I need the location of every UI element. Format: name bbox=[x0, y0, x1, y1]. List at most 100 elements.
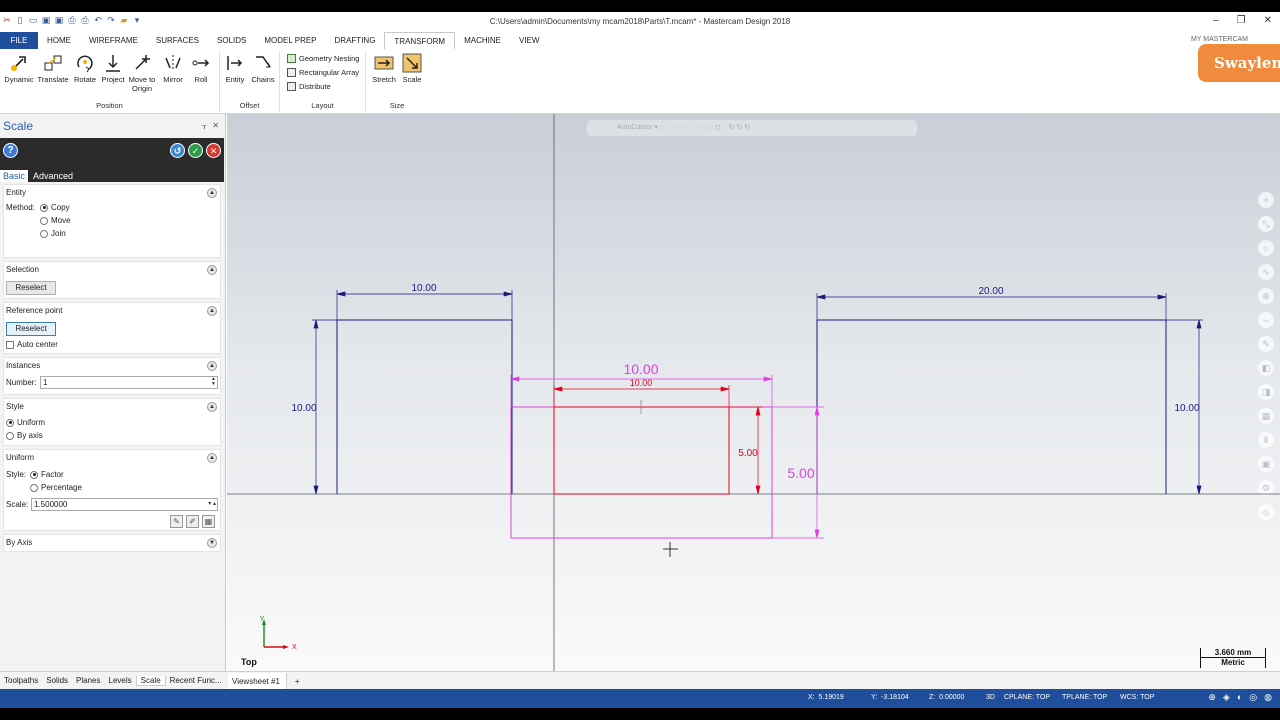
position-group: Dynamic Translate Rotate Project Move to… bbox=[0, 51, 220, 112]
collapse-icon[interactable]: ▲ bbox=[207, 453, 217, 463]
wcs-status[interactable]: WCS: TOP bbox=[1120, 694, 1154, 701]
size-group-title: Size bbox=[389, 101, 405, 110]
pin-icon[interactable]: ᚁ bbox=[202, 121, 206, 130]
crosshair-cursor bbox=[663, 542, 678, 557]
uniform-section: Uniform ▲ Style: Factor Percentage Scale… bbox=[3, 449, 221, 531]
reference-point-header: Reference point bbox=[6, 306, 63, 315]
factor-radio[interactable]: Factor bbox=[30, 470, 64, 479]
distribute-button[interactable]: Distribute bbox=[287, 82, 331, 91]
my-mastercam-link[interactable]: MY MASTERCAM bbox=[1191, 36, 1248, 43]
window-title: C:\Users\admin\Documents\my mcam2018\Par… bbox=[489, 17, 791, 26]
distribute-icon bbox=[287, 82, 296, 91]
tab-model-prep[interactable]: MODEL PREP bbox=[255, 32, 325, 49]
method-move-radio[interactable]: Move bbox=[40, 216, 71, 225]
move-to-origin-icon bbox=[135, 55, 150, 70]
percentage-radio[interactable]: Percentage bbox=[30, 483, 82, 492]
move-to-origin-button[interactable]: Move to Origin bbox=[126, 53, 158, 93]
tab-view[interactable]: VIEW bbox=[510, 32, 548, 49]
tab-machine[interactable]: MACHINE bbox=[455, 32, 510, 49]
number-label: Number: bbox=[6, 378, 37, 387]
globe-icon[interactable]: ⊕ bbox=[1208, 692, 1216, 703]
offset-group-title: Offset bbox=[239, 101, 260, 110]
method-copy-radio[interactable]: Copy bbox=[40, 203, 70, 212]
scale-value-field[interactable]: 1.500000 ▾ ▴ bbox=[31, 498, 218, 511]
manager-tabs: Toolpaths Solids Planes Levels Scale Rec… bbox=[0, 671, 1280, 690]
tab-wireframe[interactable]: WIREFRAME bbox=[80, 32, 147, 49]
tab-home[interactable]: HOME bbox=[38, 32, 80, 49]
tplane-status[interactable]: TPLANE: TOP bbox=[1062, 694, 1107, 701]
tab-transform[interactable]: TRANSFORM bbox=[384, 32, 456, 49]
ok-and-create-new-button[interactable]: ↺ bbox=[170, 143, 185, 158]
restore-button[interactable]: ❐ bbox=[1237, 15, 1246, 26]
project-button[interactable]: Project bbox=[100, 53, 126, 84]
style-by-axis-radio[interactable]: By axis bbox=[6, 431, 43, 440]
minimize-button[interactable]: – bbox=[1213, 15, 1219, 26]
instances-number-field[interactable]: 1 ▲ ▼ bbox=[40, 376, 218, 389]
expand-icon[interactable]: ▼ bbox=[207, 538, 217, 548]
tab-levels[interactable]: Levels bbox=[105, 676, 136, 685]
method-join-radio[interactable]: Join bbox=[40, 229, 66, 238]
eraser-icon[interactable]: ✐ bbox=[186, 515, 199, 528]
viewsheet-1-tab[interactable]: Viewsheet #1 bbox=[228, 672, 287, 690]
collapse-icon[interactable]: ▲ bbox=[207, 402, 217, 412]
scale-button[interactable]: Scale bbox=[399, 53, 425, 84]
tab-advanced[interactable]: Advanced bbox=[30, 170, 76, 182]
mode-3d[interactable]: 3D bbox=[986, 694, 995, 701]
settings-icon[interactable]: ◍ bbox=[1264, 692, 1272, 703]
tab-toolpaths[interactable]: Toolpaths bbox=[0, 676, 42, 685]
add-viewsheet-button[interactable]: + bbox=[295, 677, 300, 686]
style-uniform-radio[interactable]: Uniform bbox=[6, 418, 45, 427]
tab-scale[interactable]: Scale bbox=[135, 675, 166, 686]
translate-button[interactable]: Translate bbox=[36, 53, 70, 84]
right-height-dimension-text: 10.00 bbox=[1174, 403, 1199, 414]
number-spinner[interactable]: ▲ ▼ bbox=[211, 377, 216, 387]
edit-pencil-icon[interactable]: ✎ bbox=[170, 515, 183, 528]
selection-reselect-button[interactable]: Reselect bbox=[6, 281, 56, 295]
calculator-icon[interactable]: ▦ bbox=[202, 515, 215, 528]
scale-dropdown-spinner[interactable]: ▾ ▴ bbox=[208, 499, 216, 510]
geometry-nesting-icon bbox=[287, 54, 296, 63]
auto-center-checkbox[interactable]: Auto center bbox=[6, 340, 58, 349]
mirror-button[interactable]: Mirror bbox=[160, 53, 186, 84]
collapse-icon[interactable]: ▲ bbox=[207, 265, 217, 275]
viewsheet-tabs: Viewsheet #1 + bbox=[228, 672, 300, 690]
geometry-nesting-button[interactable]: Geometry Nesting bbox=[287, 54, 359, 63]
shading-icon[interactable]: ◐ bbox=[1237, 692, 1242, 703]
rectangular-array-button[interactable]: Rectangular Array bbox=[287, 68, 359, 77]
ribbon-tabs: FILE HOME WIREFRAME SURFACES SOLIDS MODE… bbox=[0, 32, 1280, 49]
help-icon[interactable]: ? bbox=[3, 143, 18, 158]
dynamic-button[interactable]: Dynamic bbox=[4, 53, 34, 84]
collapse-icon[interactable]: ▲ bbox=[207, 188, 217, 198]
cancel-button[interactable]: ✕ bbox=[206, 143, 221, 158]
tab-solids[interactable]: SOLIDS bbox=[208, 32, 255, 49]
offset-entity-button[interactable]: Entity bbox=[223, 53, 247, 84]
axis-gnomon: Y X bbox=[260, 616, 297, 651]
stretch-button[interactable]: Stretch bbox=[371, 53, 397, 84]
ok-button[interactable]: ✓ bbox=[188, 143, 203, 158]
wireframe-icon[interactable]: ◎ bbox=[1249, 692, 1257, 703]
tab-solids-manager[interactable]: Solids bbox=[42, 676, 72, 685]
offset-chains-button[interactable]: Chains bbox=[249, 53, 277, 84]
graphics-viewport[interactable]: AutoCursor ▾ ◌ ◌ ◌ ◌ ◌ ◌ ◌ ◌ ◌ ◻ ◌ ↻ ↻ ↻… bbox=[227, 114, 1280, 671]
rotate-button[interactable]: Rotate bbox=[72, 53, 98, 84]
tab-planes[interactable]: Planes bbox=[72, 676, 104, 685]
red-height-dimension-text: 5.00 bbox=[738, 448, 758, 459]
reference-point-section: Reference point ▲ Reselect Auto center bbox=[3, 302, 221, 354]
reference-reselect-button[interactable]: Reselect bbox=[6, 322, 56, 336]
tab-file[interactable]: FILE bbox=[0, 32, 38, 49]
roll-button[interactable]: Roll bbox=[188, 53, 214, 84]
tab-surfaces[interactable]: SURFACES bbox=[147, 32, 208, 49]
style-section: Style ▲ Uniform By axis bbox=[3, 398, 221, 446]
cplane-status[interactable]: CPLANE: TOP bbox=[1004, 694, 1050, 701]
view-cube-icon[interactable]: ◈ bbox=[1223, 692, 1230, 703]
tab-drafting[interactable]: DRAFTING bbox=[326, 32, 385, 49]
tab-recent-functions[interactable]: Recent Func... bbox=[166, 676, 226, 685]
view-name-label: Top bbox=[241, 657, 257, 667]
close-button[interactable]: ✕ bbox=[1264, 15, 1272, 26]
collapse-icon[interactable]: ▲ bbox=[207, 306, 217, 316]
tab-basic[interactable]: Basic bbox=[0, 170, 29, 182]
rectangular-array-icon bbox=[287, 68, 296, 77]
panel-close-icon[interactable]: ✕ bbox=[212, 121, 219, 130]
right-rectangle bbox=[816, 319, 1167, 494]
collapse-icon[interactable]: ▲ bbox=[207, 361, 217, 371]
